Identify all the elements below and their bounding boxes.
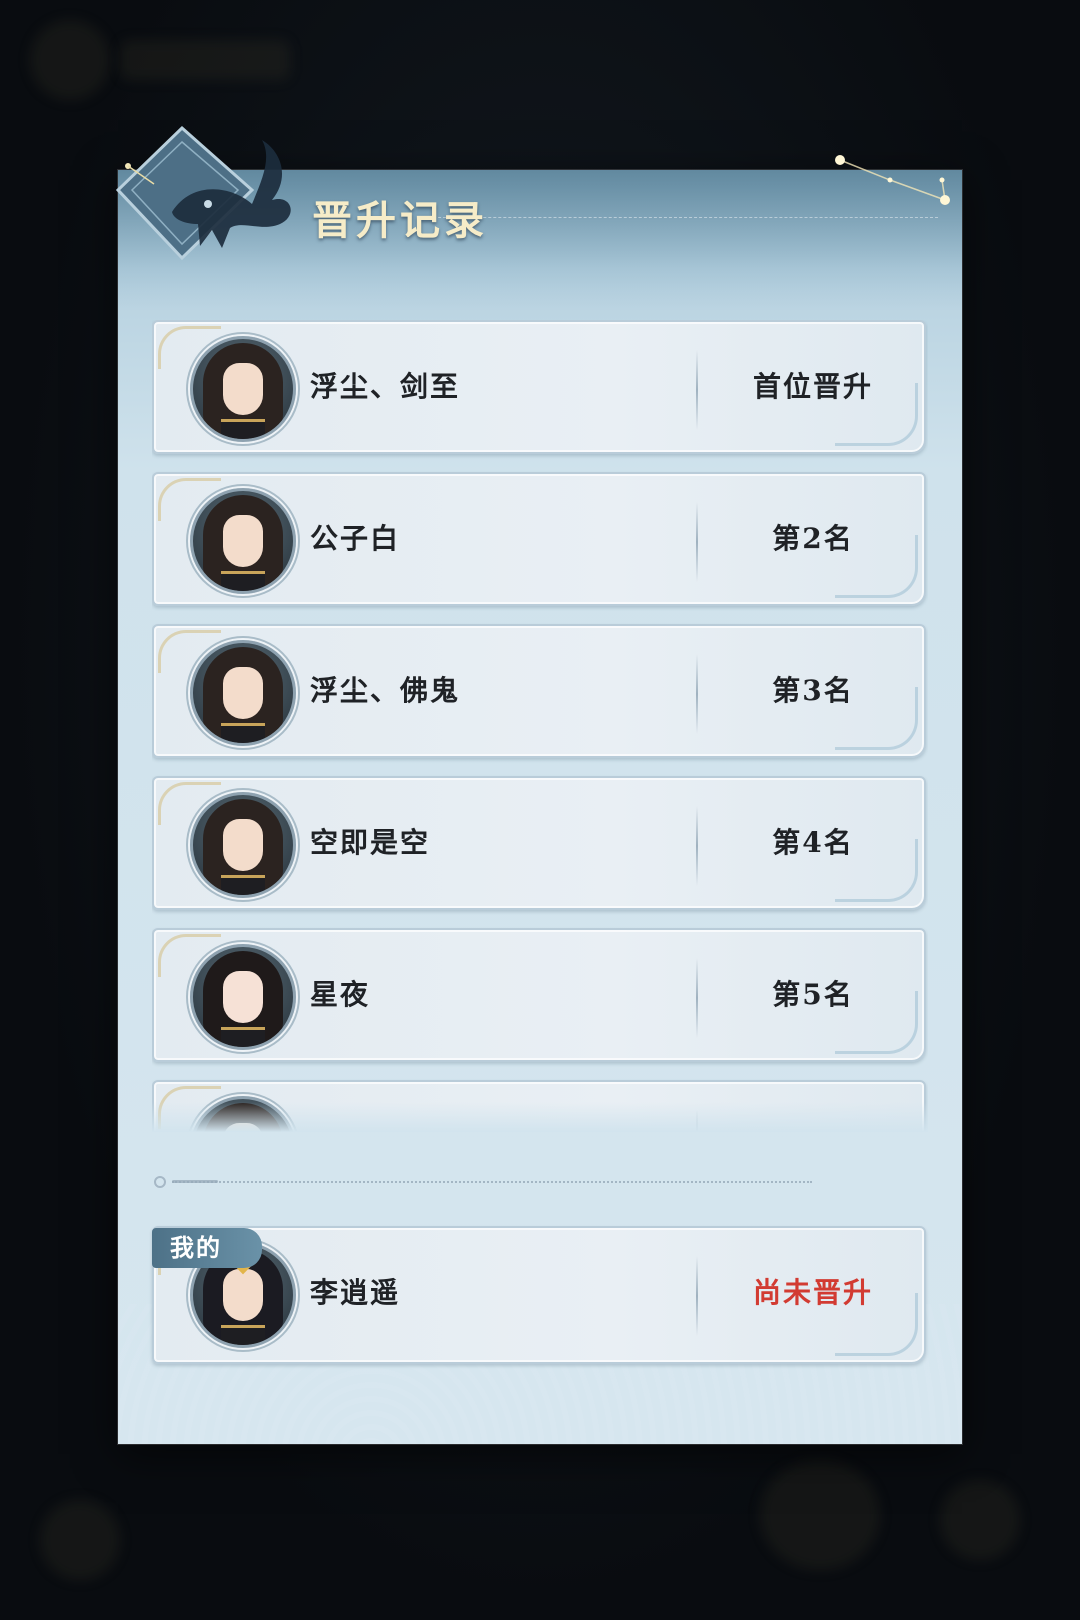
player-name: 浮尘、佛鬼 [310,674,461,707]
player-name: 浮尘、剑至 [310,370,461,403]
my-tag-badge: 我的 [152,1228,262,1268]
blurred-icon [30,20,110,100]
blurred-icon [940,1480,1020,1560]
avatar [190,488,296,594]
player-name: 公子白 [310,522,401,555]
list-item[interactable]: 浮尘、佛鬼 第3名 [152,624,926,758]
list-item[interactable]: 浮尘、剑至 首位晋升 [152,320,926,454]
blurred-icon [40,1500,120,1580]
dialog-title: 晋升记录 [312,197,488,244]
promotion-rank: 第4名 [772,826,854,859]
avatar [190,792,296,898]
player-name: 星夜 [310,978,371,1011]
promotion-rank: 第5名 [772,978,854,1011]
list-item[interactable]: 空即是空 第4名 [152,776,926,910]
promotion-rank: 第2名 [772,522,854,555]
player-name: 空即是空 [310,826,431,859]
constellation-icon [835,155,950,205]
my-player-name: 李逍遥 [310,1276,401,1309]
my-record-card: 李逍遥 尚未晋升 [152,1226,926,1364]
avatar [190,944,296,1050]
list-item[interactable]: 公子白 第2名 [152,472,926,606]
blurred-emblem [760,1460,880,1570]
avatar [190,336,296,442]
section-separator [154,1176,814,1188]
my-promotion-status: 尚未晋升 [752,1276,873,1309]
blurred-title [120,40,290,80]
list-item[interactable]: 星夜 第5名 [152,928,926,1062]
avatar [190,640,296,746]
promotion-rank: 首位晋升 [752,370,873,403]
list-fade [152,1102,928,1132]
beast-emblem-icon [115,125,291,261]
promotion-rank: 第3名 [772,674,854,707]
promotion-record-list[interactable]: 浮尘、剑至 首位晋升 公子白 第2名 浮尘、佛鬼 第3名 空即是空 第4名 星夜… [152,320,928,1132]
my-record[interactable]: 李逍遥 尚未晋升 [152,1226,926,1364]
